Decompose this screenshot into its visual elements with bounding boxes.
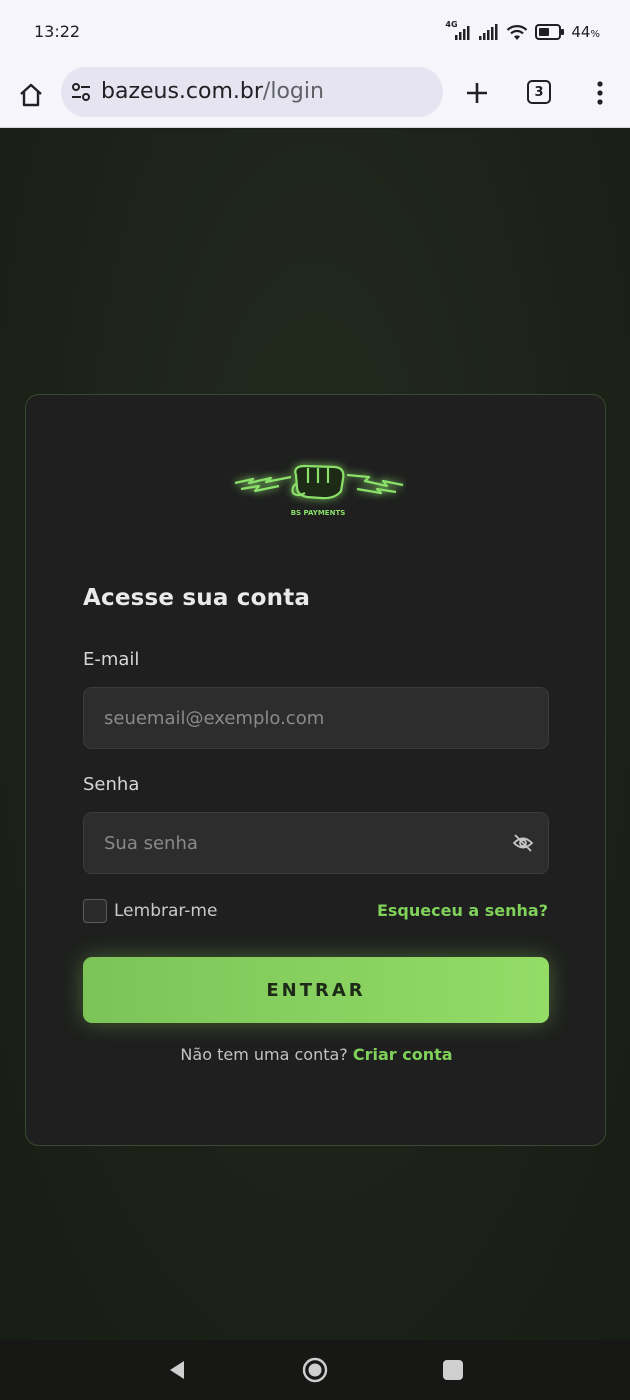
battery-level: 44% (571, 23, 600, 41)
home-icon (20, 83, 42, 107)
create-account-link[interactable]: Criar conta (353, 1045, 453, 1064)
battery-unit: % (590, 29, 600, 40)
home-button[interactable] (14, 78, 48, 112)
battery-value: 44 (571, 23, 591, 41)
battery-icon (535, 24, 565, 40)
url-path: /login (262, 79, 324, 104)
more-menu-button[interactable] (586, 76, 614, 110)
login-card: BS PAYMENTS Acesse sua conta E-mail Senh… (25, 394, 606, 1146)
address-bar[interactable]: bazeus.com.br/login (61, 67, 443, 117)
password-input[interactable] (83, 812, 549, 874)
password-label: Senha (83, 774, 140, 795)
cellular-4g-icon: 4G (445, 20, 471, 41)
plus-icon (467, 83, 487, 103)
email-label: E-mail (83, 649, 140, 670)
page-content: BS PAYMENTS Acesse sua conta E-mail Senh… (0, 129, 630, 1340)
url-domain: bazeus.com.br (101, 79, 263, 104)
wifi-icon (507, 25, 528, 40)
signup-prompt-text: Não tem uma conta? (180, 1045, 348, 1064)
status-bar: 13:22 4G 44% (0, 0, 630, 64)
home-circle-icon[interactable] (301, 1356, 329, 1384)
bs-payments-logo: BS PAYMENTS (234, 464, 404, 517)
forgot-password-link[interactable]: Esqueceu a senha? (377, 901, 548, 920)
remember-me[interactable]: Lembrar-me (83, 899, 217, 923)
remember-me-checkbox[interactable] (83, 899, 107, 923)
site-info-icon[interactable] (70, 81, 92, 103)
toggle-password-visibility-button[interactable] (511, 831, 535, 855)
signup-prompt: Não tem uma conta? Criar conta (26, 1045, 607, 1064)
tabs-button[interactable]: 3 (527, 80, 551, 104)
cellular-signal-icon (479, 24, 498, 40)
back-icon[interactable] (165, 1358, 189, 1382)
login-button[interactable]: ENTRAR (83, 957, 549, 1023)
status-time: 13:22 (34, 22, 81, 41)
new-tab-button[interactable] (460, 76, 494, 110)
logo-text: BS PAYMENTS (291, 509, 346, 517)
tab-count: 3 (534, 84, 544, 100)
url-text[interactable]: bazeus.com.br/login (101, 79, 324, 104)
system-navigation-bar (0, 1340, 630, 1400)
recent-apps-icon[interactable] (443, 1360, 463, 1380)
eye-off-icon (512, 834, 534, 852)
email-input[interactable] (83, 687, 549, 749)
more-vert-icon (597, 81, 603, 105)
page-title: Acesse sua conta (83, 585, 311, 611)
status-icons: 4G 44% (445, 20, 600, 44)
network-type-label: 4G (445, 20, 458, 29)
remember-me-label[interactable]: Lembrar-me (114, 901, 217, 921)
browser-toolbar: bazeus.com.br/login 3 (0, 64, 630, 128)
